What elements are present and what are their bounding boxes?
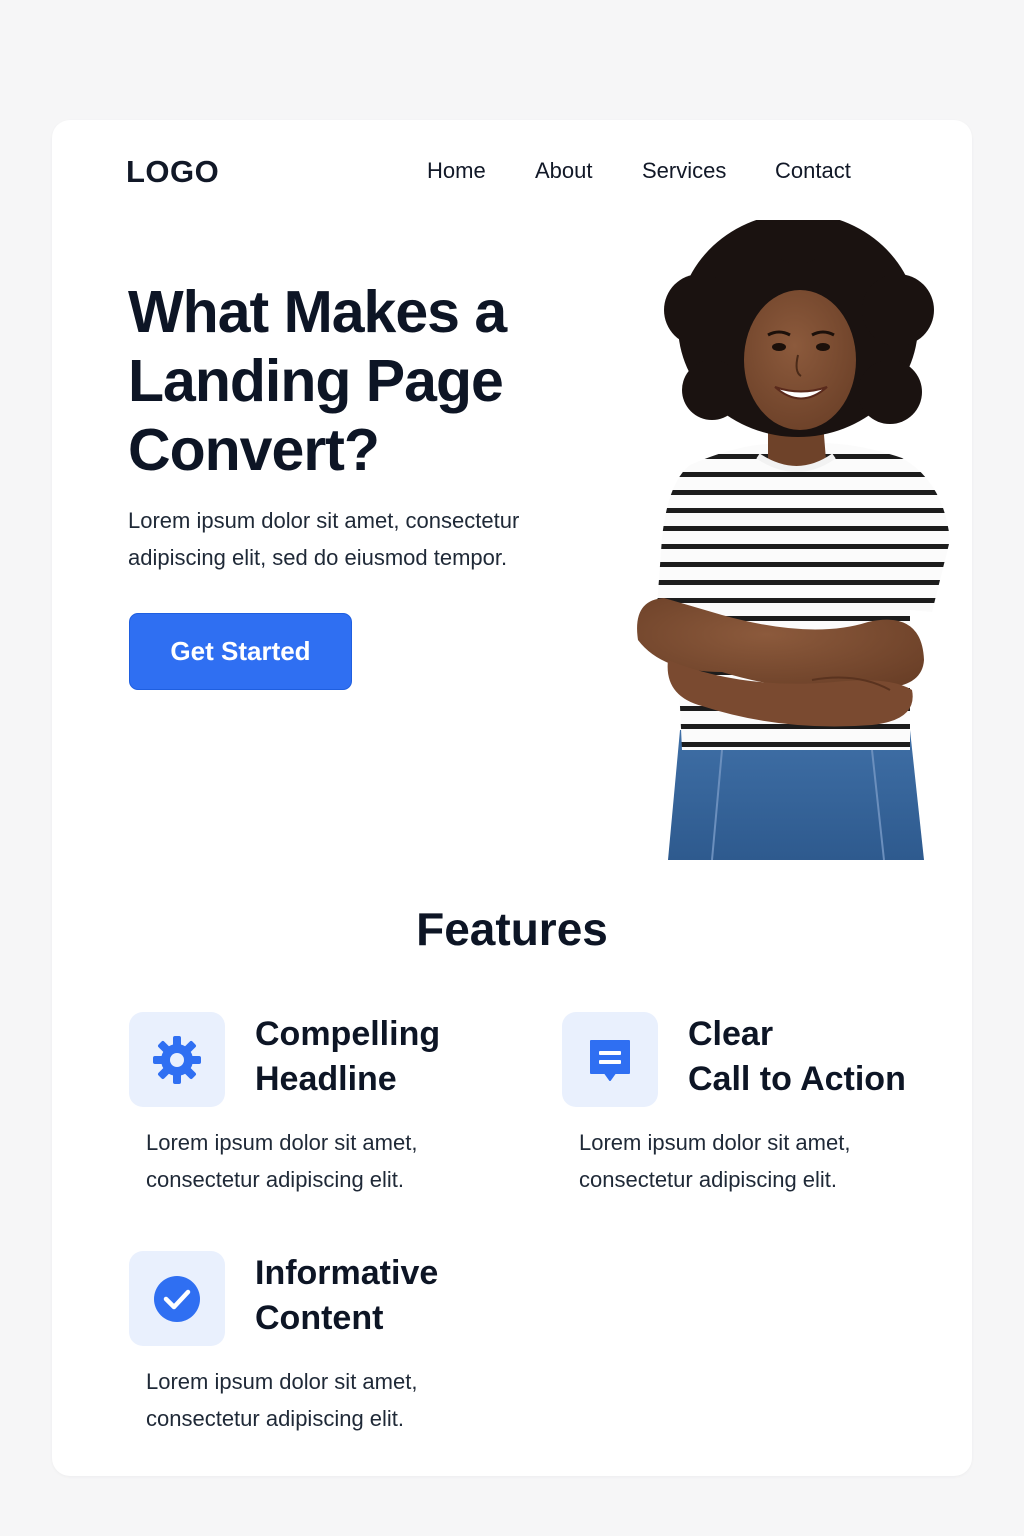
checkmark-circle-icon — [154, 1275, 200, 1322]
get-started-button[interactable]: Get Started — [129, 613, 352, 690]
feature-title: Clear Call to Action — [688, 1015, 906, 1098]
main-nav: Home About Services Contact — [52, 158, 972, 188]
feature-title: Compelling Headline — [255, 1015, 441, 1098]
hero-title: What Makes a Landing Page Convert? — [128, 279, 507, 483]
feature-text: Lorem ipsum dolor sit amet, consectetur … — [579, 1130, 851, 1192]
nav-services[interactable]: Services — [642, 158, 726, 184]
feature-icon-box — [562, 1012, 658, 1107]
hero-subtitle: Lorem ipsum dolor sit amet, consectetur … — [128, 508, 520, 570]
feature-title: Informative Content — [255, 1254, 439, 1337]
features-heading: Features — [416, 903, 608, 955]
message-icon — [590, 1039, 630, 1081]
hero-photo — [572, 220, 972, 860]
nav-about[interactable]: About — [535, 158, 593, 184]
nav-home[interactable]: Home — [427, 158, 486, 184]
feature-icon-box — [129, 1251, 225, 1346]
nav-contact[interactable]: Contact — [775, 158, 851, 184]
feature-informative-content: Informative Content Lorem ipsum dolor si… — [129, 1251, 529, 1451]
feature-compelling-headline: Compelling Headline Lorem ipsum dolor si… — [129, 1012, 529, 1212]
gear-icon — [153, 1035, 201, 1084]
feature-icon-box — [129, 1012, 225, 1107]
feature-clear-call-to-action: Clear Call to Action Lorem ipsum dolor s… — [562, 1012, 962, 1212]
feature-text: Lorem ipsum dolor sit amet, consectetur … — [146, 1369, 418, 1431]
feature-text: Lorem ipsum dolor sit amet, consectetur … — [146, 1130, 418, 1192]
landing-page-card: LOGO Home About Services Contact What Ma… — [52, 120, 972, 1476]
